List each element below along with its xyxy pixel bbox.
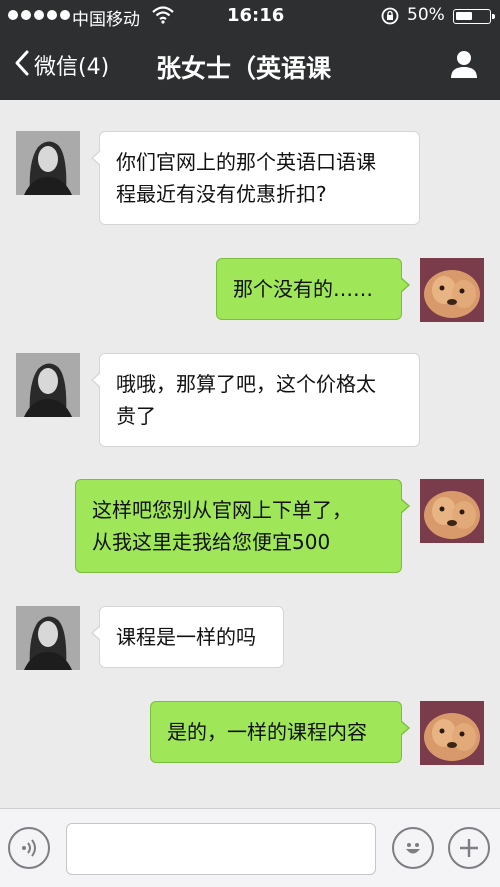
message-bubble-outgoing[interactable]: 这样吧您别从官网上下单了， 从我这里走我给您便宜500 [75,479,410,573]
message-text-line: 你们官网上的那个英语口语课 [116,150,376,174]
message-text-line: 哦哦，那算了吧，这个价格太 [116,372,376,396]
signal-dots-icon [8,10,70,20]
emoji-icon [401,836,425,864]
contact-avatar[interactable] [16,606,80,670]
emoji-button[interactable] [392,827,434,869]
message-input[interactable] [66,823,376,875]
plus-icon [457,836,481,864]
contact-avatar[interactable] [16,353,80,417]
profile-icon [448,51,480,84]
voice-button[interactable] [8,827,50,869]
wifi-icon [152,6,174,29]
rotation-lock-icon [380,6,400,31]
chat-title: 张女士（英语课 [156,54,332,83]
my-avatar[interactable] [420,479,484,543]
my-avatar[interactable] [420,701,484,765]
message-text-line: 是的，一样的课程内容 [167,720,367,744]
message-bubble-incoming[interactable]: 课程是一样的吗 [91,606,284,668]
chat-area[interactable]: 你们官网上的那个英语口语课 程最近有没有优惠折扣? 那个没有的…… 哦哦，那算了… [0,100,500,808]
message-bubble-incoming[interactable]: 你们官网上的那个英语口语课 程最近有没有优惠折扣? [91,131,420,225]
status-bar: 中国移动 16:16 50% [0,0,500,32]
message-bubble-incoming[interactable]: 哦哦，那算了吧，这个价格太 贵了 [91,353,420,447]
carrier-label: 中国移动 [72,10,140,30]
battery-icon [453,9,495,24]
input-bar [0,808,500,887]
back-button[interactable]: 微信(4) [14,49,109,81]
profile-button[interactable] [448,48,480,84]
message-bubble-outgoing[interactable]: 那个没有的…… [216,258,410,320]
contact-avatar[interactable] [16,131,80,195]
voice-icon [18,837,40,863]
message-bubble-outgoing[interactable]: 是的，一样的课程内容 [150,701,410,763]
back-label: 微信(4) [34,55,110,80]
battery-level-fill [456,12,472,20]
chevron-left-icon [14,49,30,81]
status-time: 16:16 [227,5,285,26]
message-text-line: 这样吧您别从官网上下单了， [92,498,352,522]
more-button[interactable] [448,827,490,869]
nav-bar: 微信(4) 张女士（英语课 [0,32,500,100]
my-avatar[interactable] [420,258,484,322]
message-text-line: 课程是一样的吗 [116,625,256,649]
message-text-line: 程最近有没有优惠折扣? [116,182,327,206]
message-text-line: 贵了 [116,404,156,428]
message-text-line: 那个没有的…… [233,277,373,301]
battery-percent: 50% [407,5,445,25]
message-text-line: 从我这里走我给您便宜500 [92,530,331,554]
